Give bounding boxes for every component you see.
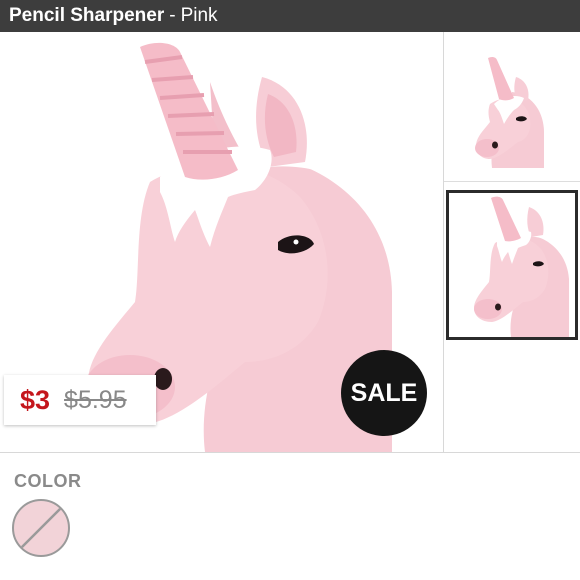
sale-price: $3	[20, 384, 51, 415]
title-separator: -	[169, 5, 176, 26]
thumbnail-strip	[444, 32, 580, 452]
price-tag: $3 $5.95	[4, 375, 156, 425]
unicorn-thumbnail-front	[475, 56, 548, 168]
color-label: COLOR	[14, 471, 82, 491]
color-swatch-pink[interactable]	[12, 499, 70, 557]
product-variant: Pink	[180, 5, 218, 26]
sale-badge: SALE	[341, 350, 427, 436]
title-bar: Pencil Sharpener - Pink	[0, 0, 580, 32]
thumbnail-side-view[interactable]	[446, 190, 578, 340]
sold-out-slash-icon	[19, 506, 63, 550]
product-name: Pencil Sharpener	[9, 5, 165, 26]
section-divider	[0, 452, 580, 453]
thumbnail-front-view[interactable]	[444, 32, 580, 182]
unicorn-thumbnail-side	[474, 196, 569, 337]
original-price: $5.95	[64, 385, 127, 414]
